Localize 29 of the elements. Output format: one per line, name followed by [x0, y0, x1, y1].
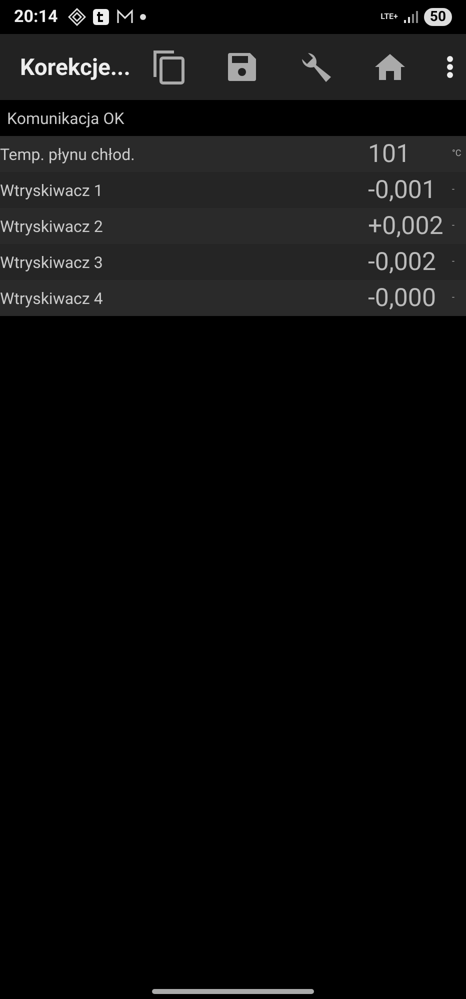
- more-icon[interactable]: [446, 55, 454, 79]
- home-icon[interactable]: [374, 53, 406, 81]
- parameter-unit: -: [452, 221, 456, 231]
- parameter-label: Wtryskiwacz 1: [0, 180, 104, 200]
- parameter-value: +0,002: [368, 212, 444, 240]
- battery-indicator: 50: [424, 8, 452, 26]
- save-icon[interactable]: [226, 51, 258, 83]
- parameter-label: Wtryskiwacz 3: [0, 252, 104, 272]
- parameter-unit: -: [452, 257, 456, 267]
- parameter-value: -0,002: [368, 248, 438, 276]
- screen-title: Korekcje...: [20, 54, 130, 80]
- parameter-value: 101: [368, 140, 412, 168]
- dot-icon: [140, 14, 146, 20]
- parameter-label: Wtryskiwacz 2: [0, 216, 104, 236]
- app-notification-icon: [92, 8, 110, 26]
- signal-icon: [404, 11, 418, 23]
- clock: 20:14: [14, 7, 58, 27]
- parameter-unit: °C: [452, 149, 462, 159]
- network-label: LTE+: [380, 13, 398, 21]
- status-message: Komunikacja OK: [6, 108, 126, 130]
- parameter-label: Temp. płynu chłod.: [0, 144, 136, 164]
- parameter-unit: -: [452, 293, 456, 303]
- parameter-label: Wtryskiwacz 4: [0, 288, 104, 308]
- mail-icon: [116, 9, 134, 25]
- diamond-grid-icon: [68, 8, 86, 26]
- copy-icon[interactable]: [152, 49, 186, 85]
- parameter-unit: -: [452, 185, 456, 195]
- parameter-value: -0,001: [368, 176, 438, 204]
- parameter-value: -0,000: [368, 284, 438, 312]
